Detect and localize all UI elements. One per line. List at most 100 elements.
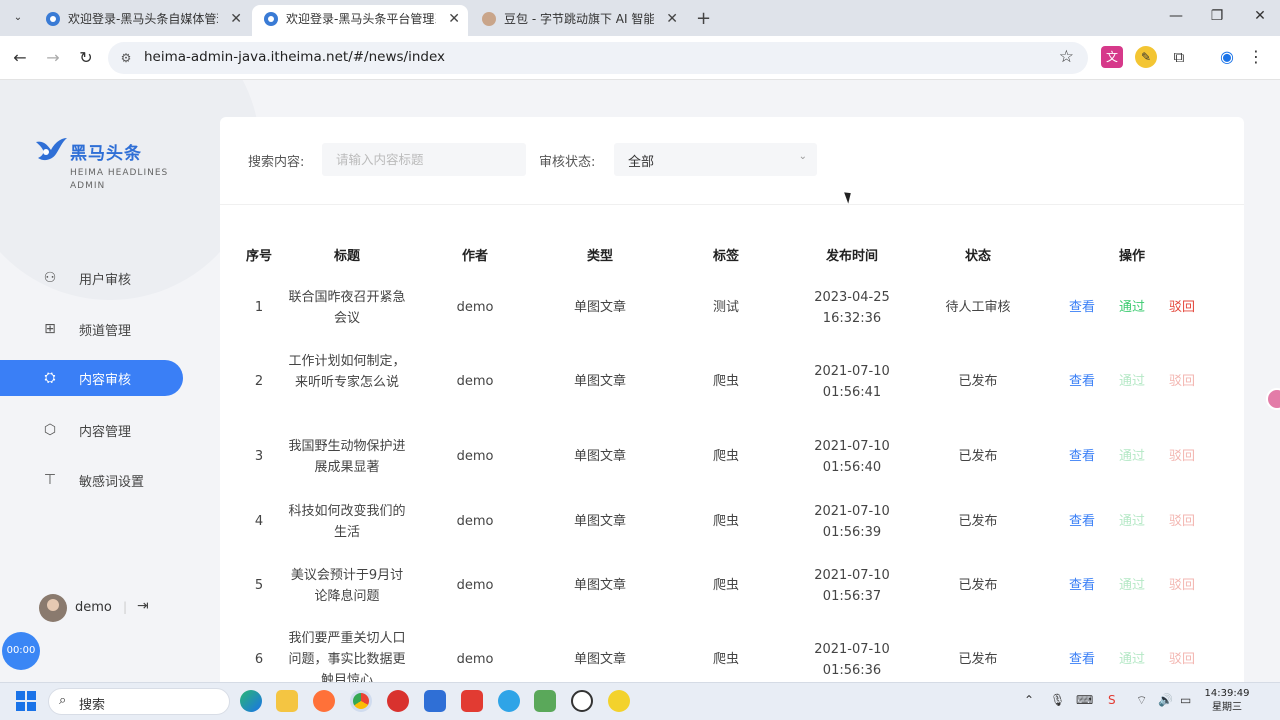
row-clock: 01:56:40 — [822, 460, 882, 475]
column-header-no: 序号 — [245, 249, 272, 264]
browser-tab-2[interactable]: 欢迎登录-黑马头条平台管理系 ✕ — [252, 5, 468, 36]
reject-button[interactable]: 驳回 — [1160, 297, 1204, 318]
firefox-icon[interactable] — [313, 690, 335, 712]
sidebar-item-channel[interactable]: ⊞ 频道管理 — [0, 311, 183, 347]
reject-button[interactable]: 驳回 — [1160, 649, 1204, 670]
table-row: 3 我国野生动物保护进展成果显著 demo 单图文章 爬虫 2021-07-10… — [220, 435, 1244, 499]
view-button[interactable]: 查看 — [1060, 511, 1104, 532]
user-area: demo | ⇥ — [39, 594, 169, 622]
close-tab-icon[interactable]: ✕ — [230, 5, 242, 33]
close-tab-icon[interactable]: ✕ — [448, 5, 460, 33]
sidebar-item-sensitive-words[interactable]: ⊤ 敏感词设置 — [0, 462, 183, 498]
tray-overflow-icon[interactable]: ⌃ — [1024, 693, 1034, 707]
row-type: 单图文章 — [573, 374, 626, 389]
reject-button[interactable]: 驳回 — [1160, 371, 1204, 392]
pass-button[interactable]: 通过 — [1110, 446, 1154, 467]
clock-app-icon[interactable] — [571, 690, 593, 712]
url-domain: heima-admin-java.itheima.net — [144, 49, 349, 65]
tab-search-icon[interactable]: ⌄ — [8, 8, 28, 28]
avatar[interactable] — [39, 594, 67, 622]
close-tab-icon[interactable]: ✕ — [666, 5, 678, 33]
row-status: 已发布 — [958, 514, 998, 529]
row-time: 2021-07-10 01:56:40 — [795, 436, 909, 478]
column-header-tag: 标签 — [712, 249, 739, 264]
translate-extension-icon[interactable]: 文 — [1101, 46, 1123, 68]
recording-timer[interactable]: 00:00 — [2, 632, 40, 670]
pass-button[interactable]: 通过 — [1110, 371, 1154, 392]
row-time: 2021-07-10 01:56:39 — [795, 501, 909, 543]
more-menu-icon[interactable]: ⋮ — [1245, 46, 1267, 68]
app-icon[interactable] — [534, 690, 556, 712]
view-button[interactable]: 查看 — [1060, 371, 1104, 392]
view-button[interactable]: 查看 — [1060, 446, 1104, 467]
row-no: 1 — [254, 300, 264, 315]
pass-button[interactable]: 通过 — [1110, 575, 1154, 596]
chrome-icon[interactable] — [350, 690, 372, 712]
table-row: 2 工作计划如何制定，来听听专家怎么说 demo 单图文章 爬虫 2021-07… — [220, 349, 1244, 435]
profile-icon[interactable]: ◉ — [1216, 46, 1238, 68]
site-settings-icon[interactable]: ⚙ — [118, 50, 134, 66]
edge-icon[interactable] — [240, 690, 262, 712]
close-window-icon[interactable]: ✕ — [1250, 8, 1270, 24]
browser-tab-1[interactable]: 欢迎登录-黑马头条自媒体管理 ✕ — [34, 5, 250, 36]
url-input[interactable]: ⚙ heima-admin-java.itheima.net/#/news/in… — [108, 42, 1088, 74]
address-bar: ← → ↻ ⚙ heima-admin-java.itheima.net/#/n… — [0, 36, 1280, 80]
reject-button[interactable]: 驳回 — [1160, 446, 1204, 467]
back-arrow-icon[interactable]: ← — [10, 48, 30, 68]
app-icon[interactable] — [461, 690, 483, 712]
volume-icon[interactable]: 🔊 — [1158, 693, 1173, 707]
new-tab-button[interactable]: + — [696, 8, 711, 29]
app-icon[interactable] — [387, 690, 409, 712]
table-row: 1 联合国昨夜召开紧急会议 demo 单图文章 测试 2023-04-25 16:… — [220, 285, 1244, 349]
app-icon[interactable] — [608, 690, 630, 712]
browser-tab-3[interactable]: 豆包 - 字节跳动旗下 AI 智能助 ✕ — [470, 5, 686, 36]
taskbar-clock[interactable]: 14:39:49 星期三 — [1204, 687, 1250, 715]
column-header-title: 标题 — [333, 249, 360, 264]
minimize-icon[interactable]: — — [1166, 8, 1186, 24]
sidebar-item-user-audit[interactable]: ⚇ 用户审核 — [0, 260, 183, 296]
row-title: 美议会预计于9月讨论降息问题 — [290, 568, 404, 604]
forward-arrow-icon[interactable]: → — [43, 48, 63, 68]
view-button[interactable]: 查看 — [1060, 575, 1104, 596]
app-tray-icon[interactable]: S — [1108, 693, 1116, 707]
pass-button[interactable]: 通过 — [1110, 511, 1154, 532]
search-input[interactable] — [322, 143, 526, 176]
sidebar-item-content-audit[interactable]: ⛭ 内容审核 — [0, 360, 183, 396]
row-date: 2023-04-25 — [814, 290, 890, 305]
windows-start-icon[interactable] — [16, 691, 36, 711]
view-button[interactable]: 查看 — [1060, 297, 1104, 318]
reject-button[interactable]: 驳回 — [1160, 575, 1204, 596]
search-icon: ⌕ — [59, 693, 67, 708]
row-time: 2021-07-10 01:56:36 — [795, 639, 909, 681]
pass-button[interactable]: 通过 — [1110, 649, 1154, 670]
column-header-type: 类型 — [586, 249, 613, 264]
brand-name-cn: 黑马头条 — [70, 144, 142, 164]
battery-icon[interactable]: ▭ — [1180, 693, 1191, 707]
network-icon[interactable]: ⌔ — [1136, 693, 1147, 708]
status-select[interactable]: 全部 ⌄ — [614, 143, 817, 176]
taskbar-search[interactable]: ⌕ 搜索 — [48, 688, 230, 715]
microphone-icon[interactable]: 🎙 — [1050, 693, 1065, 707]
status-select-value: 全部 — [628, 155, 655, 170]
brand-name-admin: ADMIN — [70, 181, 106, 191]
sidebar-item-content-manage[interactable]: ⬡ 内容管理 — [0, 412, 183, 448]
puzzle-extensions-icon[interactable]: ⧉ — [1168, 46, 1190, 68]
pass-button[interactable]: 通过 — [1110, 297, 1154, 318]
extension-icon[interactable]: ✎ — [1135, 46, 1157, 68]
filter-bar: 搜索内容: 审核状态: 全部 ⌄ — [220, 117, 1244, 205]
row-tag: 爬虫 — [712, 374, 739, 389]
row-clock: 01:56:39 — [822, 525, 882, 540]
row-no: 3 — [254, 449, 264, 464]
view-button[interactable]: 查看 — [1060, 649, 1104, 670]
reject-button[interactable]: 驳回 — [1160, 511, 1204, 532]
username: demo — [75, 600, 112, 615]
logout-icon[interactable]: ⇥ — [137, 598, 149, 614]
app-icon[interactable] — [424, 690, 446, 712]
app-icon[interactable] — [498, 690, 520, 712]
bookmark-star-icon[interactable]: ☆ — [1059, 47, 1074, 67]
file-explorer-icon[interactable] — [276, 690, 298, 712]
browser-tab-strip: ⌄ 欢迎登录-黑马头条自媒体管理 ✕ 欢迎登录-黑马头条平台管理系 ✕ 豆包 -… — [0, 0, 1280, 36]
input-method-icon[interactable]: ⌨ — [1076, 693, 1093, 707]
reload-icon[interactable]: ↻ — [76, 48, 96, 68]
restore-icon[interactable]: ❐ — [1207, 8, 1227, 24]
